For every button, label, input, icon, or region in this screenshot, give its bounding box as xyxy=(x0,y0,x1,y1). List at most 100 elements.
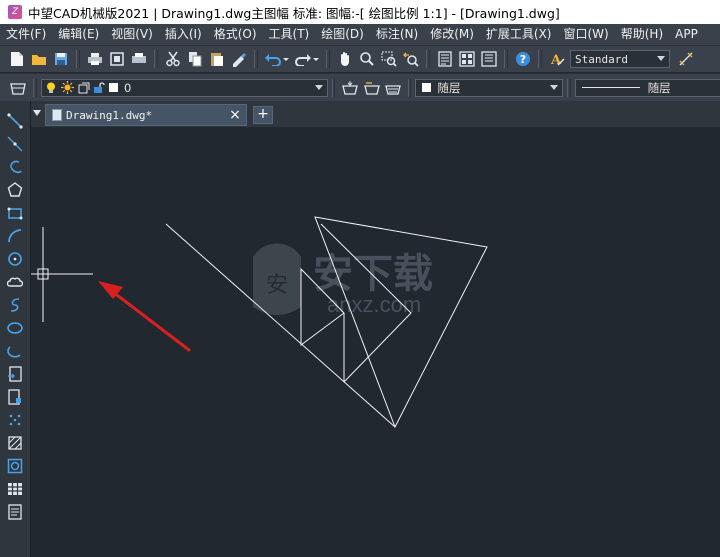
color-dropdown[interactable]: 随层 xyxy=(415,78,563,97)
text-style-dropdown[interactable]: Standard xyxy=(570,50,670,68)
watermark-badge: 安 xyxy=(266,273,288,298)
outer-triangle xyxy=(314,216,488,429)
svg-text:?: ? xyxy=(520,53,526,66)
zoom-previous-icon[interactable] xyxy=(401,49,421,69)
standard-toolbar: ? A Standard xyxy=(0,46,720,72)
ellipse-icon[interactable] xyxy=(5,318,25,338)
revision-cloud-icon[interactable] xyxy=(5,272,25,292)
zoom-window-icon[interactable] xyxy=(379,49,399,69)
menu-file[interactable]: 文件(F) xyxy=(0,24,52,45)
drawing-canvas[interactable]: 安 安下载 anxz.com xyxy=(31,127,720,557)
circle-icon[interactable] xyxy=(5,249,25,269)
insert-block-icon[interactable] xyxy=(5,364,25,384)
make-block-icon[interactable] xyxy=(5,387,25,407)
dimension-style-icon[interactable] xyxy=(676,49,696,69)
menu-insert[interactable]: 插入(I) xyxy=(159,24,208,45)
region-icon[interactable] xyxy=(5,456,25,476)
chevron-down-icon xyxy=(314,84,323,90)
plot-icon[interactable] xyxy=(129,49,149,69)
properties-icon[interactable] xyxy=(435,49,455,69)
undo-icon[interactable] xyxy=(263,49,291,69)
new-file-icon[interactable] xyxy=(7,49,27,69)
layer-previous-icon[interactable] xyxy=(362,78,381,98)
menu-format[interactable]: 格式(O) xyxy=(208,24,263,45)
zoom-realtime-icon[interactable] xyxy=(357,49,377,69)
red-annotation-arrow xyxy=(98,281,191,352)
watermark-url: anxz.com xyxy=(327,292,421,317)
draw-toolbar xyxy=(0,101,31,557)
chevron-down-icon xyxy=(549,84,558,90)
linetype-sample xyxy=(581,87,640,88)
menu-tools[interactable]: 工具(T) xyxy=(263,24,316,45)
layer-states-icon[interactable] xyxy=(383,78,402,98)
arc-icon[interactable] xyxy=(5,226,25,246)
cut-icon[interactable] xyxy=(163,49,183,69)
layer-dropdown[interactable]: 0 xyxy=(41,78,328,97)
print-preview-icon[interactable] xyxy=(107,49,127,69)
layer-thaw-sun-icon xyxy=(61,81,75,94)
save-icon[interactable] xyxy=(51,49,71,69)
new-tab-plus-icon[interactable]: + xyxy=(253,106,273,124)
tab-drawing1[interactable]: Drawing1.dwg* × xyxy=(45,104,247,126)
watermark: 安 安下载 anxz.com xyxy=(253,243,433,317)
polyline-icon[interactable] xyxy=(5,157,25,177)
color-swatch xyxy=(422,83,432,92)
layer-on-bulb-icon xyxy=(46,82,56,94)
design-center-icon[interactable] xyxy=(457,49,477,69)
tool-palette-icon[interactable] xyxy=(479,49,499,69)
menu-dimension[interactable]: 标注(N) xyxy=(370,24,424,45)
menu-bar: 文件(F) 编辑(E) 视图(V) 插入(I) 格式(O) 工具(T) 绘图(D… xyxy=(0,24,720,46)
zwcad-logo-icon: Z xyxy=(8,5,22,19)
point-icon[interactable] xyxy=(5,410,25,430)
menu-window[interactable]: 窗口(W) xyxy=(558,24,615,45)
line-icon[interactable] xyxy=(5,111,25,131)
menu-modify[interactable]: 修改(M) xyxy=(424,24,480,45)
spline-icon[interactable] xyxy=(5,295,25,315)
layer-unlock-icon xyxy=(93,81,105,94)
menu-extend-tools[interactable]: 扩展工具(X) xyxy=(480,24,558,45)
tab-list-chevron-icon[interactable] xyxy=(33,110,41,116)
paste-icon[interactable] xyxy=(207,49,227,69)
layer-color-swatch xyxy=(109,83,119,92)
make-object-layer-current-icon[interactable] xyxy=(340,78,359,98)
copy-icon[interactable] xyxy=(185,49,205,69)
match-properties-icon[interactable] xyxy=(229,49,249,69)
document-tab-bar: Drawing1.dwg* × + xyxy=(31,101,720,127)
menu-draw[interactable]: 绘图(D) xyxy=(315,24,370,45)
print-icon[interactable] xyxy=(85,49,105,69)
menu-view[interactable]: 视图(V) xyxy=(105,24,159,45)
hatch-icon[interactable] xyxy=(5,433,25,453)
layer-viewport-icon xyxy=(78,82,90,94)
pan-hand-icon[interactable] xyxy=(335,49,355,69)
chevron-down-icon xyxy=(657,56,665,61)
text-style-icon[interactable]: A xyxy=(547,49,567,69)
help-icon[interactable]: ? xyxy=(513,49,533,69)
color-value: 随层 xyxy=(437,80,461,95)
multiline-text-icon[interactable] xyxy=(5,502,25,522)
crosshair-cursor xyxy=(31,227,93,322)
ellipse-arc-icon[interactable] xyxy=(5,341,25,361)
drawing-geometry xyxy=(165,216,488,429)
menu-app[interactable]: APP xyxy=(669,24,704,45)
linetype-value: 随层 xyxy=(647,80,671,95)
window-title: 中望CAD机械版2021 | Drawing1.dwg主图幅 标准: 图幅:-[… xyxy=(28,5,560,21)
table-icon[interactable] xyxy=(5,479,25,499)
menu-edit[interactable]: 编辑(E) xyxy=(52,24,105,45)
rectangle-icon[interactable] xyxy=(5,203,25,223)
layer-name: 0 xyxy=(124,80,132,95)
layer-manager-icon[interactable] xyxy=(9,78,28,98)
title-bar: Z 中望CAD机械版2021 | Drawing1.dwg主图幅 标准: 图幅:… xyxy=(0,0,720,24)
menu-help[interactable]: 帮助(H) xyxy=(615,24,669,45)
polygon-icon[interactable] xyxy=(5,180,25,200)
construction-line-icon[interactable] xyxy=(5,134,25,154)
document-icon xyxy=(52,109,62,121)
open-folder-icon[interactable] xyxy=(29,49,49,69)
layers-toolbar: 0 随层 随层 xyxy=(0,73,720,101)
tab-label: Drawing1.dwg* xyxy=(66,108,153,122)
redo-icon[interactable] xyxy=(293,49,321,69)
close-icon[interactable]: × xyxy=(228,107,242,123)
watermark-shield-icon: 安 xyxy=(253,243,301,315)
linetype-dropdown[interactable]: 随层 xyxy=(574,78,720,97)
svg-text:A: A xyxy=(550,53,562,67)
text-style-value: Standard xyxy=(575,52,628,66)
